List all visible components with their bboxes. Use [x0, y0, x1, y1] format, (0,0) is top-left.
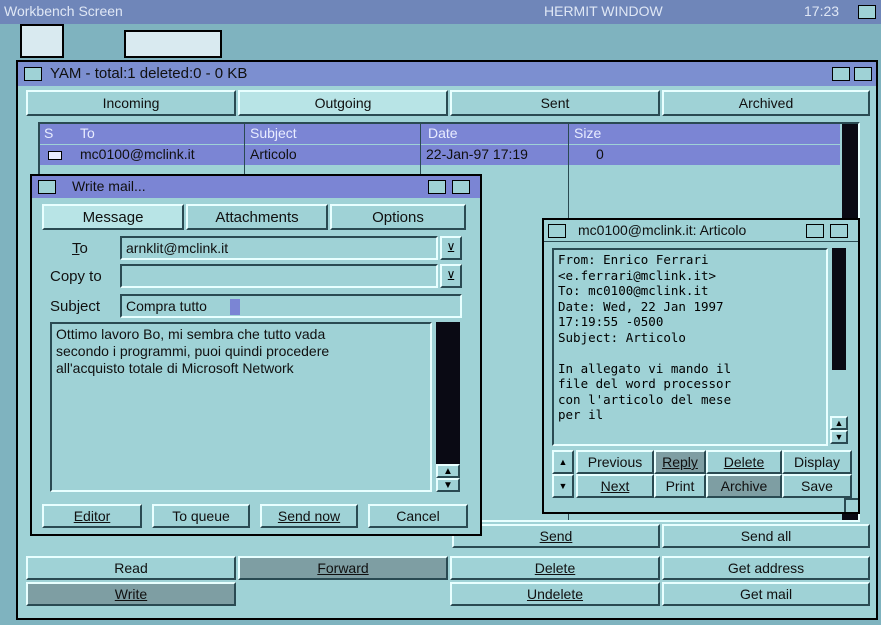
archive-button[interactable]: Archive — [706, 474, 782, 498]
tab-attachments[interactable]: Attachments — [186, 204, 328, 230]
print-button[interactable]: Print — [654, 474, 706, 498]
drive-icon[interactable] — [124, 30, 222, 58]
to-label: To — [72, 240, 88, 257]
col-size[interactable]: Size — [574, 125, 601, 141]
scroll-up-icon[interactable]: ▲ — [436, 464, 460, 478]
reply-button[interactable]: Reply — [654, 450, 706, 474]
to-field[interactable]: arnklit@mclink.it — [120, 236, 438, 260]
delete-button[interactable]: Delete — [450, 556, 660, 580]
next-button[interactable]: Next — [576, 474, 654, 498]
tab-options[interactable]: Options — [330, 204, 466, 230]
scroll-down-arrow-icon[interactable]: ▼ — [552, 474, 574, 498]
tab-incoming[interactable]: Incoming — [26, 90, 236, 116]
write-mail-window: Write mail... Message Attachments Option… — [30, 174, 482, 536]
previous-button[interactable]: Previous — [576, 450, 654, 474]
col-status[interactable]: S — [44, 125, 53, 141]
close-gadget-icon[interactable] — [38, 180, 56, 194]
read-mail-window: mc0100@mclink.it: Articolo From: Enrico … — [542, 218, 860, 514]
screen-titlebar: Workbench Screen HERMIT WINDOW 17:23 — [0, 0, 881, 24]
row-subject: Articolo — [250, 146, 297, 162]
resize-handle-icon[interactable] — [844, 498, 858, 512]
write-button[interactable]: Write — [26, 582, 236, 606]
text-scrollbar[interactable] — [832, 248, 846, 370]
yam-titlebar[interactable]: YAM - total:1 deleted:0 - 0 KB — [18, 62, 876, 86]
copy-to-field[interactable] — [120, 264, 438, 288]
zoom-gadget-icon[interactable] — [428, 180, 446, 194]
read-window-title: mc0100@mclink.it: Articolo — [578, 222, 747, 238]
row-date: 22-Jan-97 17:19 — [426, 146, 528, 162]
message-body[interactable]: Ottimo lavoro Bo, mi sembra che tutto va… — [50, 322, 432, 492]
save-button[interactable]: Save — [782, 474, 852, 498]
disk-icon[interactable] — [20, 24, 64, 58]
table-row[interactable]: mc0100@mclink.it Articolo 22-Jan-97 17:1… — [40, 145, 840, 165]
hermit-title: HERMIT WINDOW — [544, 3, 663, 19]
col-to[interactable]: To — [80, 125, 95, 141]
addressbook-popup-icon[interactable]: ⊻ — [440, 236, 462, 260]
get-address-button[interactable]: Get address — [662, 556, 870, 580]
depth-gadget-icon[interactable] — [452, 180, 470, 194]
scroll-down-icon[interactable]: ▼ — [830, 430, 848, 444]
tab-message[interactable]: Message — [42, 204, 184, 230]
yam-window-title: YAM - total:1 deleted:0 - 0 KB — [50, 65, 248, 82]
write-titlebar[interactable]: Write mail... — [32, 176, 480, 198]
tab-archived[interactable]: Archived — [662, 90, 870, 116]
list-header: S To Subject Date Size — [40, 124, 840, 144]
scroll-down-icon[interactable]: ▼ — [436, 478, 460, 492]
delete-message-button[interactable]: Delete — [706, 450, 782, 474]
screen-title: Workbench Screen — [4, 3, 123, 19]
display-button[interactable]: Display — [782, 450, 852, 474]
addressbook-popup-icon[interactable]: ⊻ — [440, 264, 462, 288]
scroll-up-icon[interactable]: ▲ — [830, 416, 848, 430]
undelete-button[interactable]: Undelete — [450, 582, 660, 606]
clock: 17:23 — [804, 3, 840, 19]
body-scrollbar[interactable] — [436, 322, 460, 464]
tab-outgoing[interactable]: Outgoing — [238, 90, 448, 116]
close-gadget-icon[interactable] — [548, 224, 566, 238]
editor-button[interactable]: Editor — [42, 504, 142, 528]
scroll-up-arrow-icon[interactable]: ▲ — [552, 450, 574, 474]
subject-label: Subject — [50, 298, 101, 315]
to-queue-button[interactable]: To queue — [152, 504, 250, 528]
depth-gadget-icon[interactable] — [830, 224, 848, 238]
send-all-button[interactable]: Send all — [662, 524, 870, 548]
mail-status-icon — [48, 151, 62, 160]
col-date[interactable]: Date — [428, 125, 458, 141]
mailbox-tabs: Incoming Outgoing Sent Archived — [26, 90, 870, 116]
zoom-gadget-icon[interactable] — [832, 67, 850, 81]
message-text[interactable]: From: Enrico Ferrari <e.ferrari@mclink.i… — [552, 248, 828, 446]
forward-button[interactable]: Forward — [238, 556, 448, 580]
text-cursor — [230, 299, 240, 315]
close-gadget-icon[interactable] — [24, 67, 42, 81]
zoom-gadget-icon[interactable] — [806, 224, 824, 238]
send-button[interactable]: Send — [452, 524, 660, 548]
tab-sent[interactable]: Sent — [450, 90, 660, 116]
read-titlebar[interactable]: mc0100@mclink.it: Articolo — [544, 220, 858, 242]
row-size: 0 — [596, 146, 604, 162]
cancel-button[interactable]: Cancel — [368, 504, 468, 528]
send-now-button[interactable]: Send now — [260, 504, 358, 528]
copy-to-label: Copy to — [50, 268, 102, 285]
row-to: mc0100@mclink.it — [80, 146, 195, 162]
read-button[interactable]: Read — [26, 556, 236, 580]
depth-gadget-icon[interactable] — [854, 67, 872, 81]
col-subject[interactable]: Subject — [250, 125, 297, 141]
subject-field[interactable]: Compra tutto — [120, 294, 462, 318]
get-mail-button[interactable]: Get mail — [662, 582, 870, 606]
write-window-title: Write mail... — [72, 178, 146, 194]
depth-gadget-icon[interactable] — [858, 5, 876, 19]
